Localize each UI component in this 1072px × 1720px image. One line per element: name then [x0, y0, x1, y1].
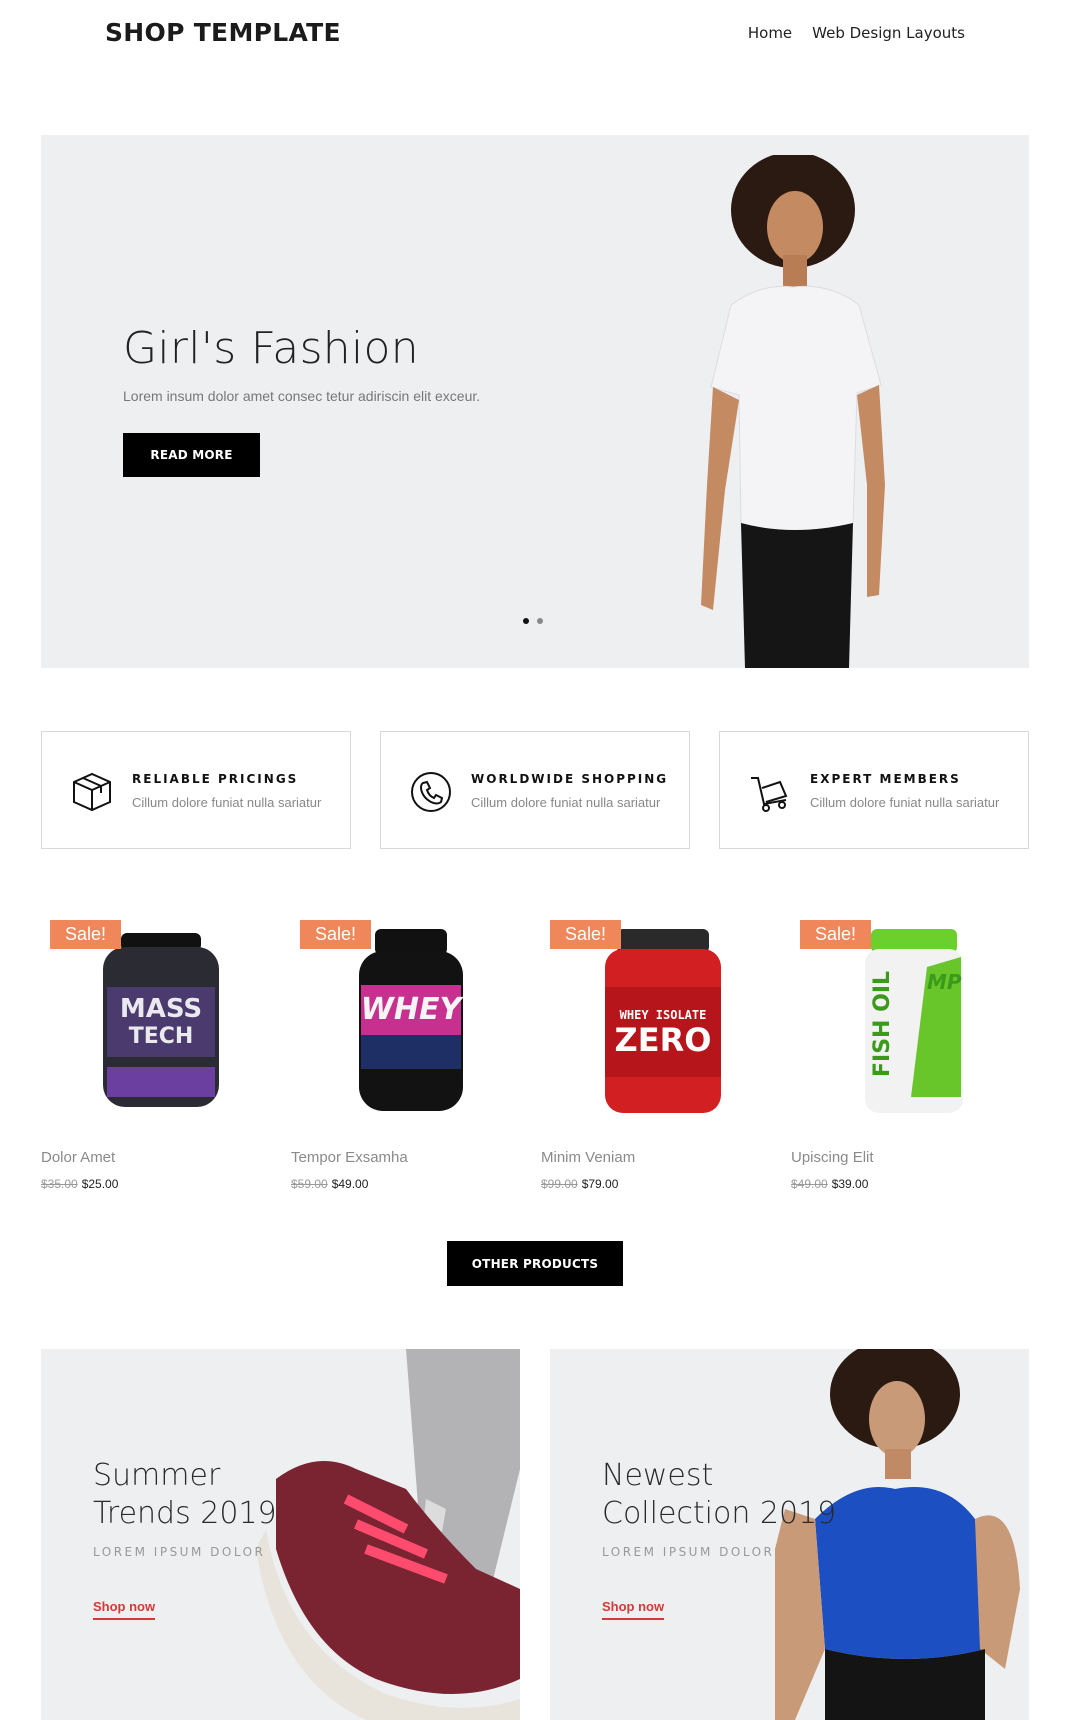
sale-price: $49.00: [331, 1177, 369, 1191]
product-image-zero[interactable]: WHEY ISOLATE ZERO: [581, 927, 741, 1117]
promo-title: Newest Collection 2019: [602, 1458, 837, 1531]
slider-dots: [523, 618, 543, 624]
promo-model-image: [775, 1349, 1020, 1720]
promo-subtitle: LOREM IPSUM DOLOR: [602, 1545, 775, 1559]
hero-subtitle: Lorem insum dolor amet consec tetur adir…: [123, 388, 481, 404]
product-name[interactable]: Minim Veniam: [541, 1149, 635, 1166]
hero-title: Girl's Fashion: [123, 323, 419, 374]
shop-now-link[interactable]: Shop now: [602, 1599, 665, 1620]
product-price: $59.00 $49.00: [291, 1177, 368, 1191]
feature-title: WORLDWIDE SHOPPING: [471, 772, 669, 786]
svg-text:ZERO: ZERO: [615, 1021, 712, 1059]
slider-dot-2[interactable]: [537, 618, 543, 624]
site-logo[interactable]: SHOP TEMPLATE: [105, 18, 341, 47]
shop-now-link[interactable]: Shop now: [93, 1599, 156, 1620]
product-image-fish-oil[interactable]: FISH OIL MP: [831, 927, 991, 1117]
product-name[interactable]: Dolor Amet: [41, 1149, 115, 1166]
product-price: $49.00 $39.00: [791, 1177, 868, 1191]
product-name[interactable]: Tempor Exsamha: [291, 1149, 408, 1166]
feature-title: EXPERT MEMBERS: [810, 772, 961, 786]
nav-home[interactable]: Home: [748, 24, 792, 42]
svg-text:MP: MP: [927, 970, 962, 994]
product-grid: MASS TECH Sale! Dolor Amet $35.00 $25.00 …: [41, 915, 1041, 1205]
box-icon: [73, 772, 111, 812]
old-price: $35.00: [41, 1177, 78, 1191]
site-header: SHOP TEMPLATE Home Web Design Layouts: [0, 0, 1072, 70]
product-name[interactable]: Upiscing Elit: [791, 1149, 874, 1166]
main-nav: Home Web Design Layouts: [748, 24, 965, 42]
sale-price: $79.00: [581, 1177, 619, 1191]
cart-icon: [751, 777, 788, 812]
product-card[interactable]: WHEY Sale! Tempor Exsamha $59.00 $49.00: [291, 915, 521, 1195]
product-image-mass-tech[interactable]: MASS TECH: [81, 927, 241, 1117]
features-row: RELIABLE PRICINGS Cillum dolore funiat n…: [41, 731, 1029, 849]
svg-text:MASS: MASS: [120, 994, 202, 1024]
product-image-whey[interactable]: WHEY: [331, 927, 491, 1117]
feature-card-shopping: WORLDWIDE SHOPPING Cillum dolore funiat …: [380, 731, 690, 849]
feature-subtitle: Cillum dolore funiat nulla sariatur: [132, 795, 322, 810]
svg-text:WHEY: WHEY: [361, 992, 465, 1027]
feature-card-pricings: RELIABLE PRICINGS Cillum dolore funiat n…: [41, 731, 351, 849]
phone-icon: [411, 772, 451, 812]
feature-subtitle: Cillum dolore funiat nulla sariatur: [471, 795, 661, 810]
hero-slider: Girl's Fashion Lorem insum dolor amet co…: [41, 135, 1029, 668]
old-price: $49.00: [791, 1177, 828, 1191]
hero-model-image: [701, 155, 885, 668]
product-card[interactable]: WHEY ISOLATE ZERO Sale! Minim Veniam $99…: [541, 915, 771, 1195]
feature-title: RELIABLE PRICINGS: [132, 772, 299, 786]
sale-badge: Sale!: [800, 920, 872, 949]
other-products-button[interactable]: OTHER PRODUCTS: [447, 1241, 623, 1286]
nav-web-design-layouts[interactable]: Web Design Layouts: [812, 24, 965, 42]
promo-subtitle: LOREM IPSUM DOLOR: [93, 1545, 266, 1559]
promo-title: Summer Trends 2019: [93, 1458, 277, 1531]
sale-badge: Sale!: [300, 920, 372, 949]
sale-price: $39.00: [831, 1177, 869, 1191]
promo-newest-collection: Newest Collection 2019 LOREM IPSUM DOLOR…: [550, 1349, 1029, 1720]
svg-text:TECH: TECH: [129, 1024, 194, 1049]
promo-sneaker-image: [256, 1349, 520, 1720]
sale-price: $25.00: [81, 1177, 119, 1191]
slider-dot-1[interactable]: [523, 618, 529, 624]
svg-text:FISH OIL: FISH OIL: [870, 971, 895, 1077]
product-card[interactable]: MASS TECH Sale! Dolor Amet $35.00 $25.00: [41, 915, 271, 1195]
read-more-button[interactable]: READ MORE: [123, 433, 260, 477]
svg-text:WHEY ISOLATE: WHEY ISOLATE: [620, 1008, 707, 1022]
old-price: $59.00: [291, 1177, 328, 1191]
product-price: $35.00 $25.00: [41, 1177, 118, 1191]
sale-badge: Sale!: [550, 920, 622, 949]
feature-subtitle: Cillum dolore funiat nulla sariatur: [810, 795, 1000, 810]
sale-badge: Sale!: [50, 920, 122, 949]
promo-summer-trends: Summer Trends 2019 LOREM IPSUM DOLOR Sho…: [41, 1349, 520, 1720]
feature-card-members: EXPERT MEMBERS Cillum dolore funiat null…: [719, 731, 1029, 849]
product-card[interactable]: FISH OIL MP Sale! Upiscing Elit $49.00 $3…: [791, 915, 1021, 1195]
old-price: $99.00: [541, 1177, 578, 1191]
product-price: $99.00 $79.00: [541, 1177, 618, 1191]
